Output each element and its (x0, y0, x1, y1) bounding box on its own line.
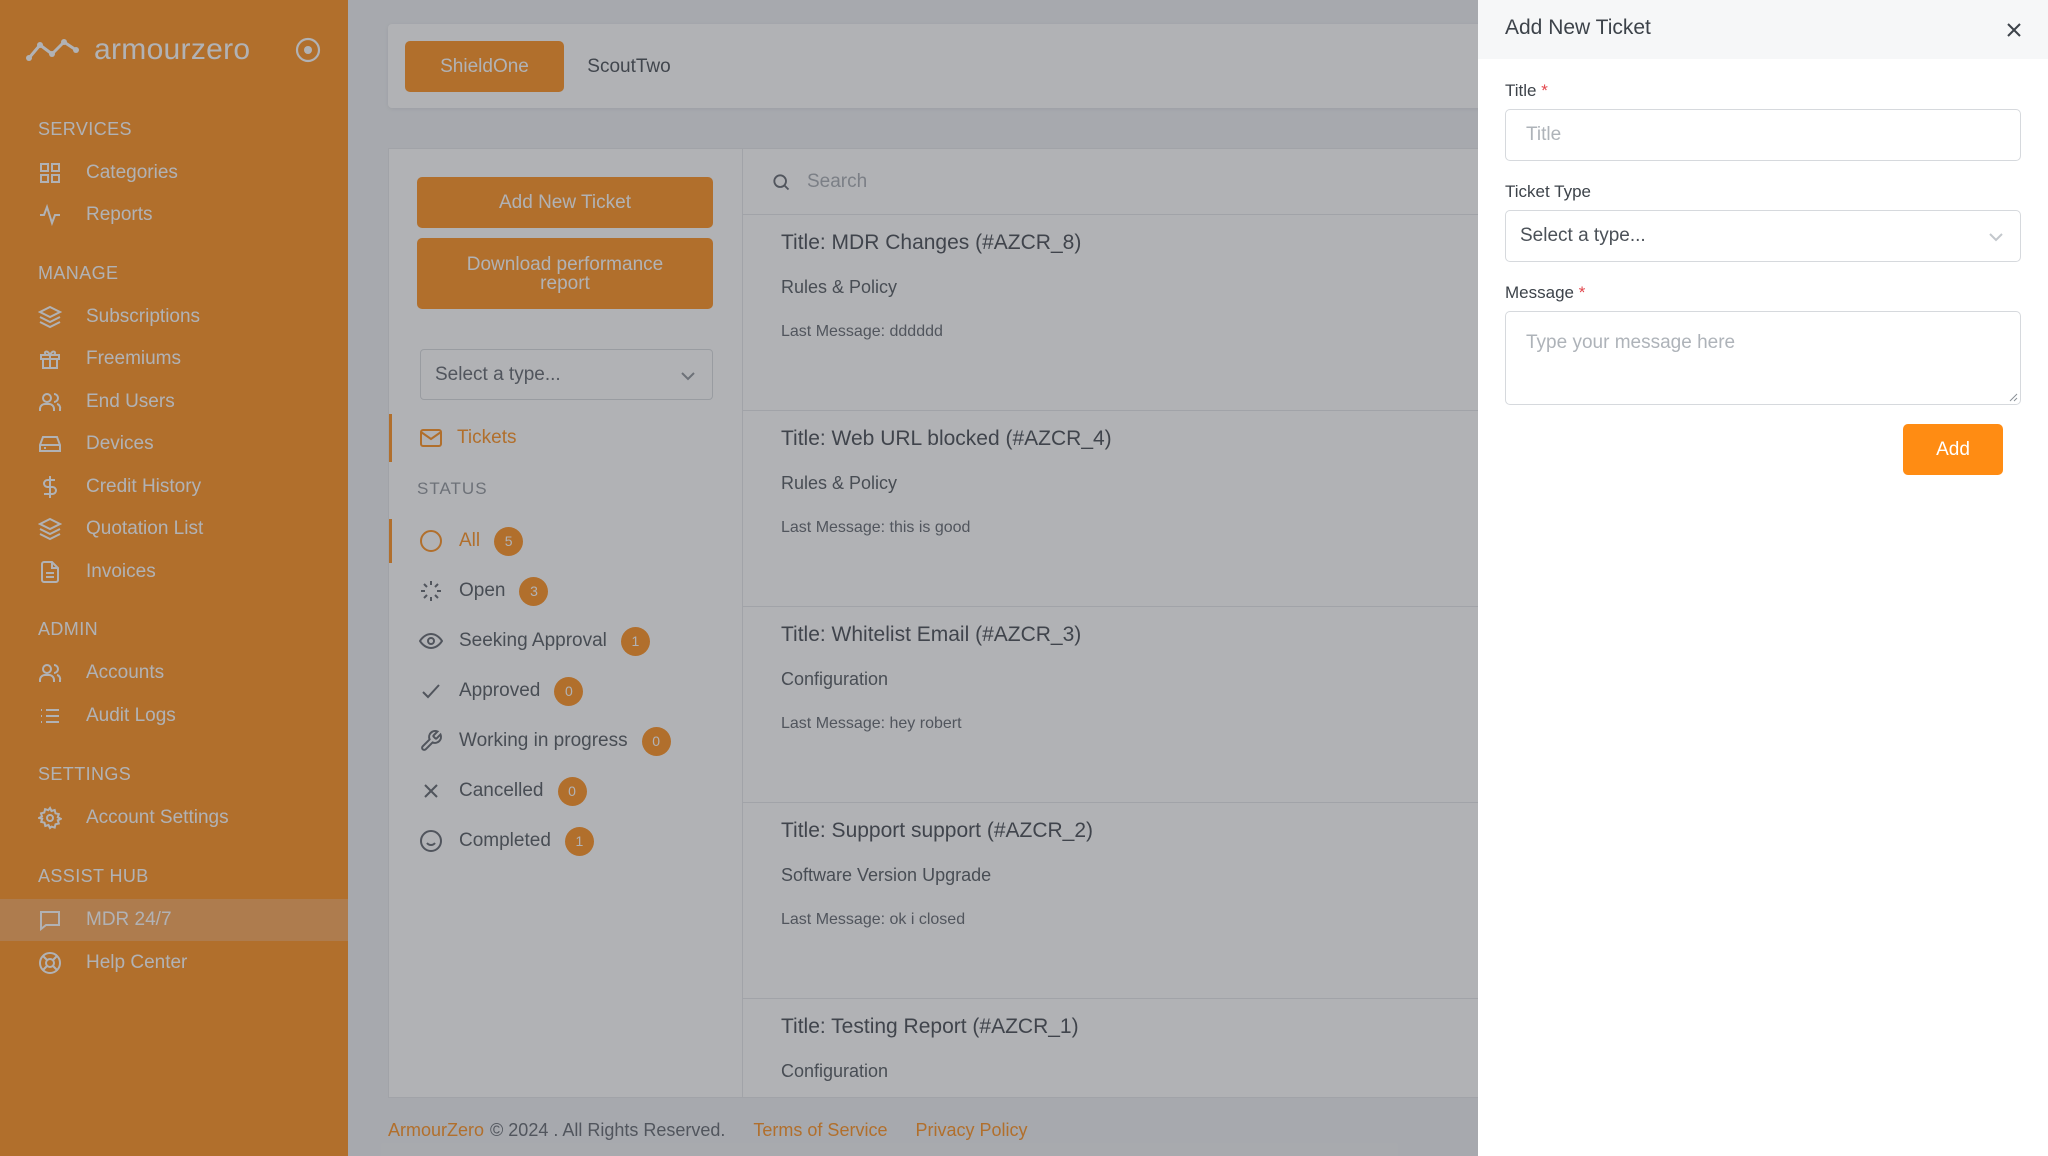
message-label-text: Message (1505, 283, 1574, 302)
message-textarea[interactable]: Type your message here (1505, 311, 2021, 405)
modal-backdrop[interactable] (0, 0, 1478, 1156)
message-placeholder: Type your message here (1526, 332, 1736, 353)
close-icon[interactable] (2006, 22, 2022, 38)
drawer-header: Add New Ticket (1478, 0, 2048, 59)
required-marker: * (1541, 81, 1548, 100)
add-ticket-submit-button[interactable]: Add (1903, 424, 2003, 475)
resize-handle-icon[interactable] (2008, 392, 2018, 402)
add-ticket-drawer: Add New Ticket Title * Title Ticket Type… (1478, 0, 2048, 1156)
chevron-down-icon (1988, 231, 2004, 243)
title-label: Title * (1505, 81, 1548, 101)
ticket-type-value: Select a type... (1520, 225, 1646, 246)
ticket-type-label: Ticket Type (1505, 182, 1591, 201)
message-label: Message * (1505, 283, 1585, 303)
title-label-text: Title (1505, 81, 1537, 100)
drawer-title: Add New Ticket (1505, 16, 1651, 39)
title-input[interactable]: Title (1505, 109, 2021, 161)
required-marker: * (1578, 283, 1586, 302)
ticket-type-select[interactable]: Select a type... (1505, 210, 2021, 262)
